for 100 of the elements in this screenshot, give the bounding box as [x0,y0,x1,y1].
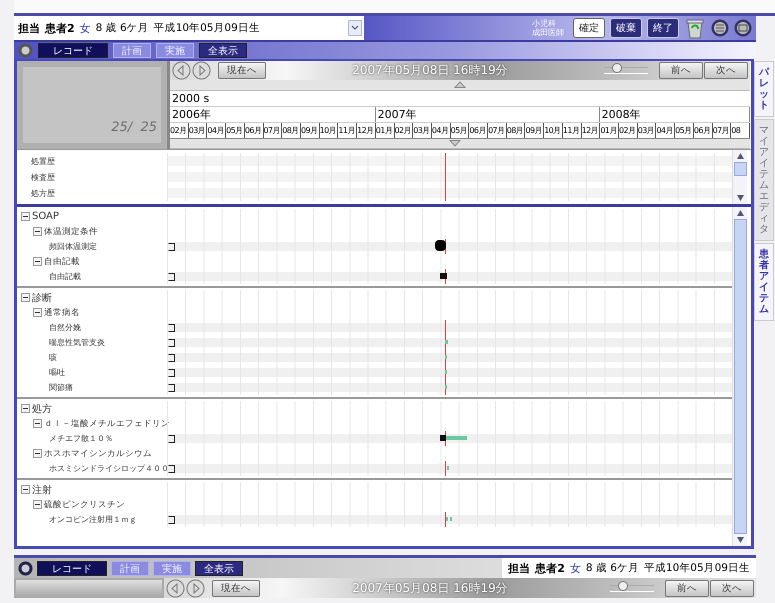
month-cell: 08 [731,122,750,138]
event-bar[interactable] [440,273,448,279]
scroll-down-icon[interactable] [736,194,744,202]
collapse-icon[interactable] [33,257,42,266]
group-title: 体温測定条件 [44,226,98,238]
side-tab[interactable]: マイアイテムエディタ [754,119,774,241]
item-label[interactable]: 頻回体温測定 [49,241,97,252]
bracket-icon [168,465,175,473]
trash-icon[interactable] [684,17,706,39]
grid-icon[interactable] [711,19,729,37]
month-cell: 06月 [694,122,713,138]
collapse-icon[interactable] [33,449,42,458]
window-icon[interactable] [734,19,752,37]
current-time-line [444,512,446,527]
section-title: SOAP [32,211,59,222]
month-cell: 02月 [394,122,414,138]
item-label[interactable]: 喘息性気管支炎 [49,337,105,348]
patient-sex: 女 [80,20,91,36]
month-cell: 04月 [432,122,451,138]
action-button[interactable]: 終了 [647,18,679,38]
forward-icon[interactable] [186,578,205,598]
section-title: 注射 [32,484,52,496]
scroll-down-icon[interactable] [736,536,744,544]
history-label[interactable]: 処置歴 [31,156,55,166]
month-cell: 01月 [376,122,395,138]
now-button[interactable]: 現在へ [212,580,260,596]
month-cell: 03月 [188,122,208,138]
back-icon[interactable] [172,61,191,80]
scale-label: 2000 s [170,90,750,106]
scroll-up-icon[interactable] [736,152,744,160]
history-label[interactable]: 処方歴 [31,188,55,198]
now-button[interactable]: 現在へ [218,62,266,79]
event-bar[interactable] [434,240,446,251]
month-cell: 10月 [544,122,563,138]
collapse-icon[interactable] [21,212,30,221]
side-tab[interactable]: 患者アイテム [754,243,774,321]
patient-selector[interactable]: 担当 患者2 女 8 歳 6ケ月 平成10年05月09日生 [14,16,364,40]
item-label[interactable]: 関節痛 [49,382,73,393]
month-cell: 03月 [413,122,432,138]
next-button[interactable]: 次へ [710,580,754,596]
year-cell: 2008年 [600,106,750,122]
month-cell: 07月 [264,122,282,138]
view-tab[interactable]: レコード [38,43,108,58]
item-label[interactable]: 咳 [49,352,57,363]
event-bar[interactable] [446,436,468,440]
item-label[interactable]: 自由記載 [49,271,81,282]
patient-age: 8 歳 6ケ月 [586,561,639,575]
group-title: ホスホマイシンカルシウム [44,448,152,460]
bracket-icon [168,243,175,251]
record-icon[interactable] [18,43,33,58]
previous-button[interactable]: 前へ [665,580,709,596]
history-label[interactable]: 検査歴 [31,172,55,182]
month-cell: 05月 [675,122,694,138]
view-tab[interactable]: 全表示 [195,560,243,576]
forward-icon[interactable] [192,61,211,80]
year-cell: 2007年 [376,106,600,122]
record-icon[interactable] [18,560,33,576]
collapse-icon[interactable] [33,500,42,509]
back-icon[interactable] [166,578,185,598]
previous-button[interactable]: 前へ [659,62,703,79]
item-label[interactable]: メチエフ散１０％ [49,433,113,444]
collapse-icon[interactable] [33,419,42,428]
month-cell: 04月 [207,122,226,138]
bracket-icon [168,273,175,281]
month-cell: 02月 [619,122,638,138]
month-cell: 08月 [506,122,526,138]
collapse-icon[interactable] [33,227,42,236]
item-label[interactable]: 嘔吐 [49,367,65,378]
year-cell: 2006年 [170,106,376,122]
item-label[interactable]: オンコビン注射用１ｍｇ [49,514,137,525]
month-cell: 06月 [469,122,488,138]
scrollbar[interactable] [732,150,747,204]
scroll-up-icon[interactable] [736,209,744,217]
group-title: 硫酸ビンクリスチン [44,498,125,510]
item-label[interactable]: ホスミシンドライシロップ４００ [49,463,169,474]
month-cell: 07月 [488,122,507,138]
action-button[interactable]: 確定 [573,18,605,38]
group-title: 通常病名 [44,306,80,318]
action-button[interactable]: 破棄 [610,18,642,38]
collapse-icon[interactable] [21,293,30,302]
next-button[interactable]: 次へ [704,62,748,79]
collapse-icon[interactable] [33,308,42,317]
month-cell: 12月 [357,122,376,138]
patient-age: 8 歳 6ケ月 [96,21,149,35]
collapse-icon[interactable] [21,485,30,494]
collapse-icon[interactable] [21,404,30,413]
dropdown-icon[interactable] [348,20,362,36]
side-tab[interactable]: パレット [754,61,774,117]
month-cell: 12月 [582,122,600,138]
scrollbar[interactable] [732,207,747,546]
current-datetime: 2007年05月08日 16時19分 [351,62,509,79]
month-cell: 10月 [320,122,338,138]
view-tab[interactable]: レコード [37,560,107,576]
collapse-arrow-icon[interactable] [454,81,466,88]
month-cell: 08月 [282,122,301,138]
item-label[interactable]: 自然分娩 [49,322,81,333]
view-tab[interactable]: 全表示 [199,43,247,58]
month-cell: 01月 [600,122,620,138]
patient-name: 患者2 [535,560,565,576]
expand-arrow-icon[interactable] [449,140,461,147]
